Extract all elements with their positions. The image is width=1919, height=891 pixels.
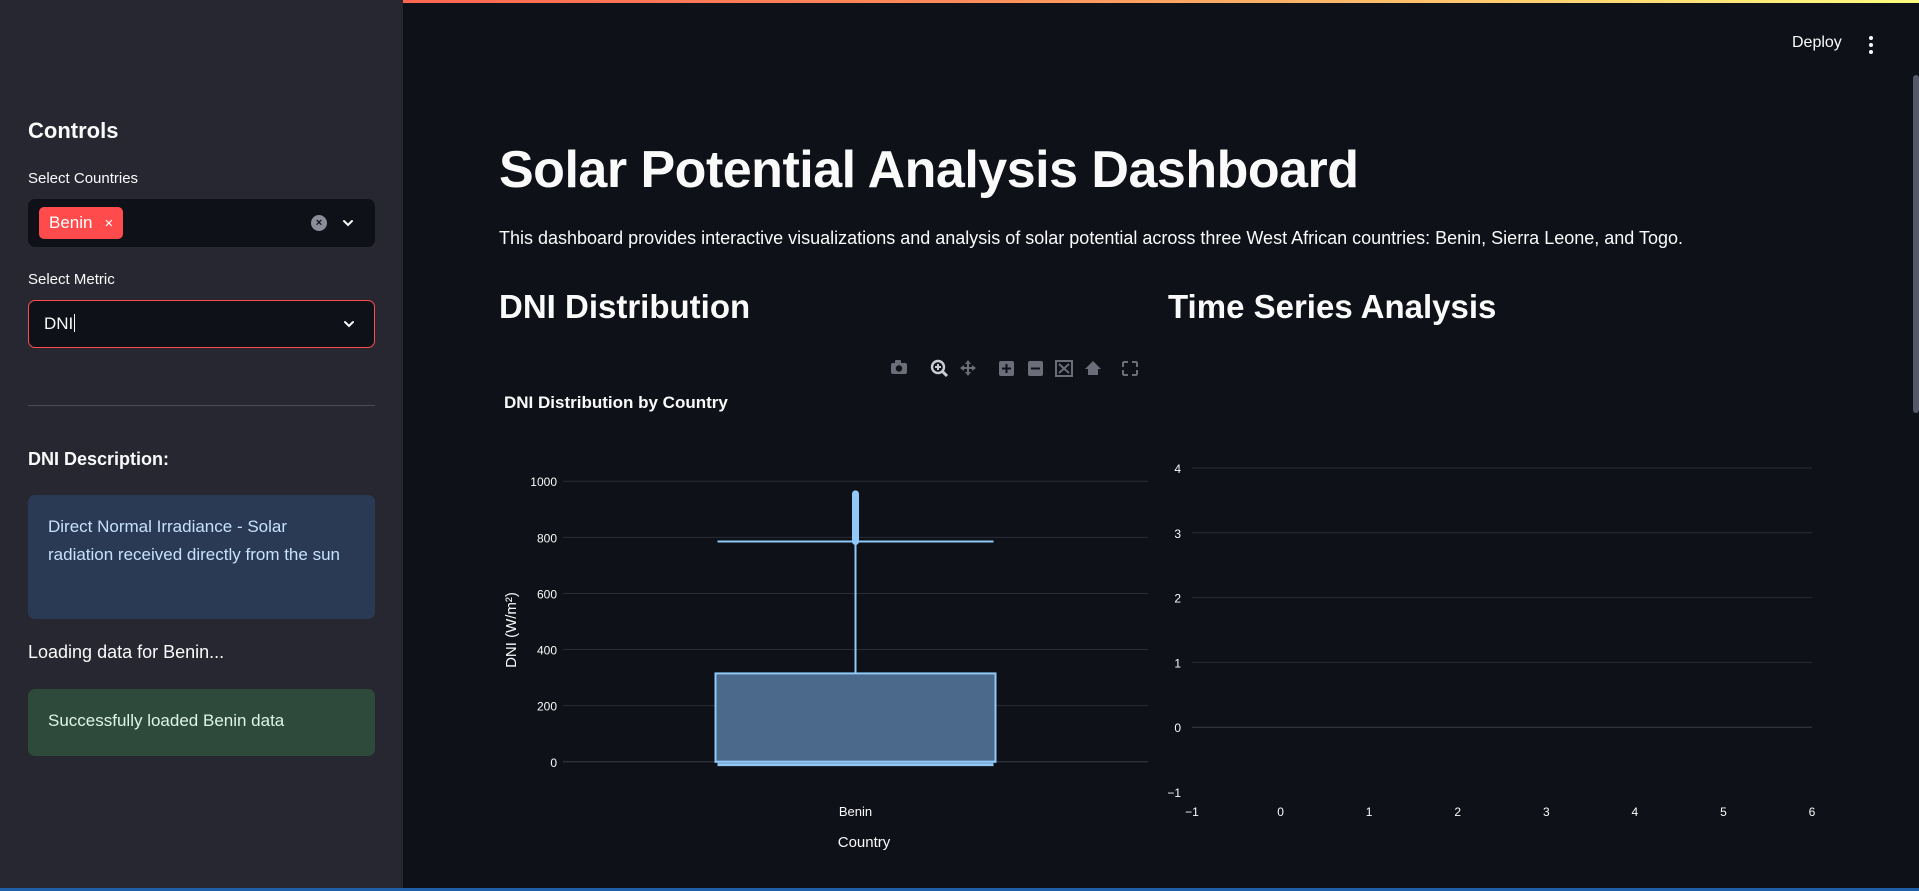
dni-chart-title: DNI Distribution by Country [504, 393, 728, 412]
ts-xtick-label: 2 [1454, 805, 1461, 819]
dni-chart-xlabel: Country [838, 834, 891, 851]
dni-ytick-label: 0 [550, 756, 557, 770]
ts-xtick-label: 6 [1809, 805, 1816, 819]
ts-xtick-label: 5 [1720, 805, 1727, 819]
dni-ytick-label: 400 [537, 644, 557, 658]
dni-xtick-label: Benin [839, 804, 872, 819]
dni-ytick-label: 200 [537, 700, 557, 714]
ts-ytick-label: 3 [1174, 527, 1181, 541]
ts-ytick-label: 1 [1174, 656, 1181, 670]
ts-xtick-label: 4 [1632, 805, 1639, 819]
dni-chart-ylabel: DNI (W/m²) [503, 592, 520, 668]
ts-xtick-label: 1 [1366, 805, 1373, 819]
ts-xtick-label: 3 [1543, 805, 1550, 819]
box-benin [714, 672, 997, 763]
ts-xtick-label: −1 [1185, 805, 1199, 819]
dni-ytick-label: 1000 [530, 475, 557, 489]
dni-ytick-label: 800 [537, 531, 557, 545]
ts-ytick-label: 4 [1174, 462, 1181, 476]
dni-ytick-label: 600 [537, 587, 557, 601]
ts-ytick-label: 2 [1174, 592, 1181, 606]
charts-layer: DNI Distribution by Country Country DNI … [503, 393, 1816, 851]
ts-ytick-label: −1 [1167, 786, 1181, 800]
ts-ytick-label: 0 [1174, 721, 1181, 735]
ts-xtick-label: 0 [1277, 805, 1284, 819]
